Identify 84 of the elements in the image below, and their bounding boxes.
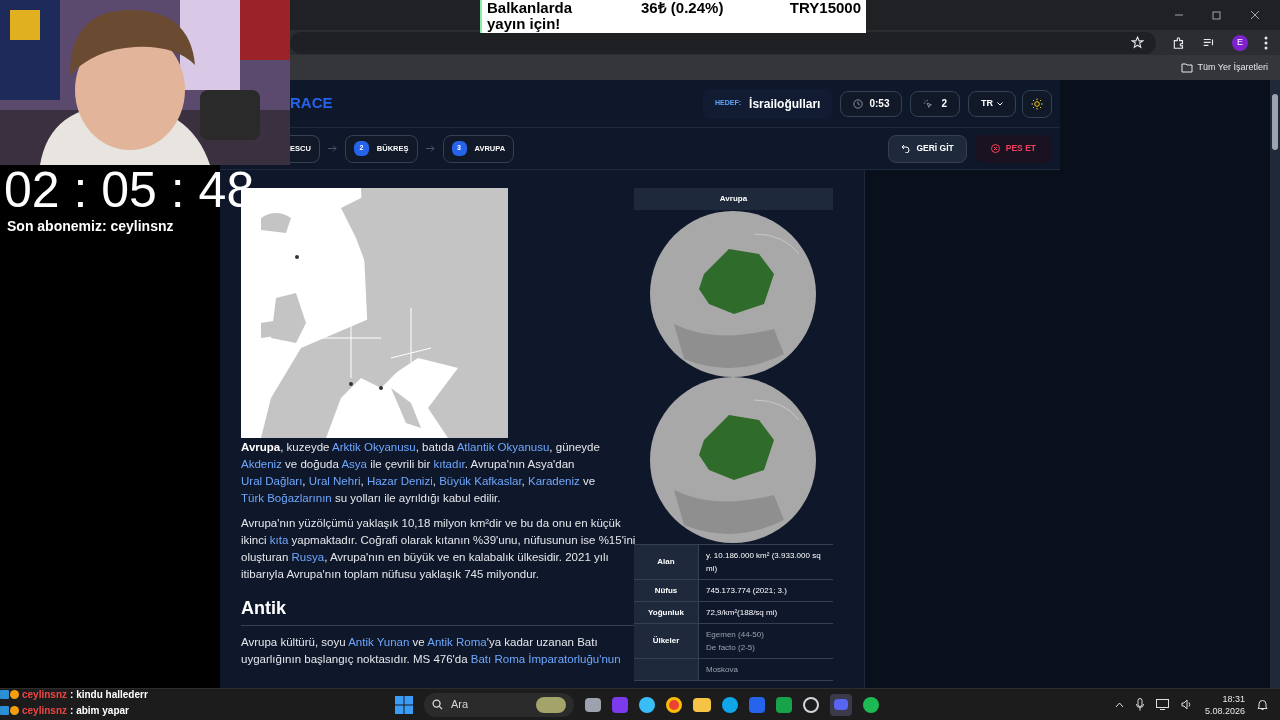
undo-icon <box>901 144 911 153</box>
puzzle-icon[interactable] <box>1172 35 1186 50</box>
table-cell <box>634 659 698 680</box>
article-link[interactable]: Antik Yunan <box>348 636 410 648</box>
article-link[interactable]: Türk Boğazlarının <box>241 492 332 504</box>
theme-toggle-button[interactable] <box>1022 89 1052 118</box>
donation-message: Balkanlarda yayın için! <box>487 0 574 32</box>
chat-username: ceylinsnz <box>22 703 68 718</box>
scrollbar-thumb[interactable] <box>1272 94 1278 150</box>
chat-app-icon[interactable] <box>830 693 852 716</box>
chat-message: : kindu hallederr <box>70 687 148 702</box>
clicks-count: 2 <box>941 97 947 111</box>
search-placeholder: Ara <box>451 697 470 713</box>
store-icon[interactable] <box>749 696 765 713</box>
article-link[interactable]: Büyük Kafkaslar <box>439 475 522 487</box>
article-link[interactable]: Hazar Denizi <box>366 475 433 487</box>
infobox-label: Ülkeler <box>634 624 698 658</box>
clock-icon <box>853 98 864 109</box>
folder-icon[interactable] <box>693 697 711 712</box>
caret-icon <box>997 101 1003 106</box>
search-field[interactable]: Ara <box>424 692 574 717</box>
music-app-icon[interactable] <box>863 696 879 713</box>
article-paragraph: Avrupa, kuzeyde Arktik Okyanusu, batıda Atlantik Okyanusu, güneyde Akdeniz ve doğuda Asya ile çevrili bir kıtadır. Avrupa'nın Asya'dan Ural Dağları, Ural Nehri, Hazar Denizi, Büyük Kafkaslar, Karadeniz ve Türk Boğazlarının su yolları ile ayrıldığı kabul edilir. <box>241 440 601 506</box>
microphone-icon[interactable] <box>1135 698 1144 711</box>
bookmarks-link[interactable]: Tüm Yer İşaretleri <box>1197 60 1268 75</box>
windows-logo-icon[interactable] <box>395 695 413 714</box>
article-link[interactable]: Asya <box>341 458 367 470</box>
back-button[interactable]: GERİ GİT <box>888 134 967 163</box>
app-icon[interactable] <box>639 696 655 713</box>
article-link[interactable]: Batı Roma İmparatorluğu'nun <box>470 653 621 665</box>
language-dropdown[interactable]: TR <box>968 90 1016 117</box>
donation-goal: TRY15000 <box>789 0 861 16</box>
bell-icon[interactable] <box>1257 698 1268 711</box>
search-icon <box>432 699 443 710</box>
infobox-value: Egemen (44-50) <box>706 629 765 641</box>
article-link[interactable]: Antik Roma <box>427 636 487 648</box>
app-icon[interactable] <box>803 696 819 713</box>
timer-text: 0:53 <box>869 97 890 111</box>
article-paragraph: Avrupa'nın yüzölçümü yaklaşık 10,18 milyon km²dir ve bu da onu en küçük ikinci kıta yapmaktadır. Coğrafi olarak kıtanın %39'unu, nüfusunun ise %15'ini oluşturan Rusya, Avrupa'nın en büyük ve en kalabalık ülkesidir. 2021 yılı itibarıyla Avrupa'nın toplam nüfusu yaklaşık 745 milyondur. <box>241 516 636 582</box>
article-link[interactable]: Karadeniz <box>528 475 580 487</box>
target-name: İsrailoğulları <box>749 95 821 113</box>
profile-avatar[interactable]: E <box>1232 34 1248 51</box>
clock-date[interactable]: 5.08.2026 <box>1204 704 1245 717</box>
article-paragraph: Avrupa kültürü, soyu Antik Yunan ve Antik Roma'ya kadar uzanan Batı uygarlığının başlangıç noktasıdır. MS 476'da Batı Roma İmparatorluğu'nun <box>241 635 622 667</box>
infobox-value: De facto (2-5) <box>706 642 756 654</box>
close-circle-icon <box>990 144 1000 153</box>
browser-icon[interactable] <box>666 696 682 713</box>
infobox-label: Alan <box>634 545 698 579</box>
address-bar[interactable] <box>290 31 1156 54</box>
menu-icon[interactable] <box>1264 35 1268 50</box>
chat-message: : abim yapar <box>70 703 129 718</box>
cursor-click-icon <box>923 98 934 109</box>
clock-time[interactable]: 18:31 <box>1222 692 1245 705</box>
last-subscriber: Son abonemiz: ceylinsnz <box>7 217 175 236</box>
task-view-icon[interactable] <box>585 697 601 712</box>
browser-icon[interactable] <box>722 696 738 713</box>
give-up-button[interactable]: PES ET <box>974 134 1052 163</box>
infobox-title: Avrupa <box>634 188 833 210</box>
infobox-label: Yoğunluk <box>634 602 698 623</box>
article-link[interactable]: kıta <box>269 534 289 546</box>
article-link[interactable]: Akdeniz <box>241 458 282 470</box>
close-icon[interactable] <box>1250 10 1260 20</box>
infobox-value: Moskova <box>706 664 739 676</box>
speaker-icon[interactable] <box>1180 699 1193 710</box>
star-icon[interactable] <box>1131 36 1144 49</box>
infobox-value: y. 10.186.000 km² (3.933.000 sq mi) <box>706 550 822 575</box>
infobox-value: 745.173.774 (2021; 3.) <box>706 585 788 597</box>
game-icon[interactable] <box>776 696 792 713</box>
arrow-right-icon <box>425 145 435 152</box>
restore-icon[interactable] <box>1212 10 1222 20</box>
folder-icon <box>1181 62 1194 73</box>
monitor-icon[interactable] <box>1155 699 1169 710</box>
sun-icon <box>1031 97 1043 110</box>
infobox-value: 72,9/km²(188/sq mi) <box>706 607 779 619</box>
logo-text: RACE <box>290 93 333 114</box>
chevron-up-icon[interactable] <box>1114 701 1124 708</box>
article-link[interactable]: Arktik Okyanusu <box>332 441 416 453</box>
arrow-right-icon <box>327 145 337 152</box>
chat-username: ceylinsnz <box>22 687 68 702</box>
donation-amount: 36₺ (0.24%) <box>640 0 725 16</box>
infobox-label: Nüfus <box>634 580 698 601</box>
search-highlight-icon <box>536 696 566 713</box>
article-link[interactable]: Ural Nehri <box>308 475 361 487</box>
article-link[interactable]: kıtadır <box>433 458 465 470</box>
